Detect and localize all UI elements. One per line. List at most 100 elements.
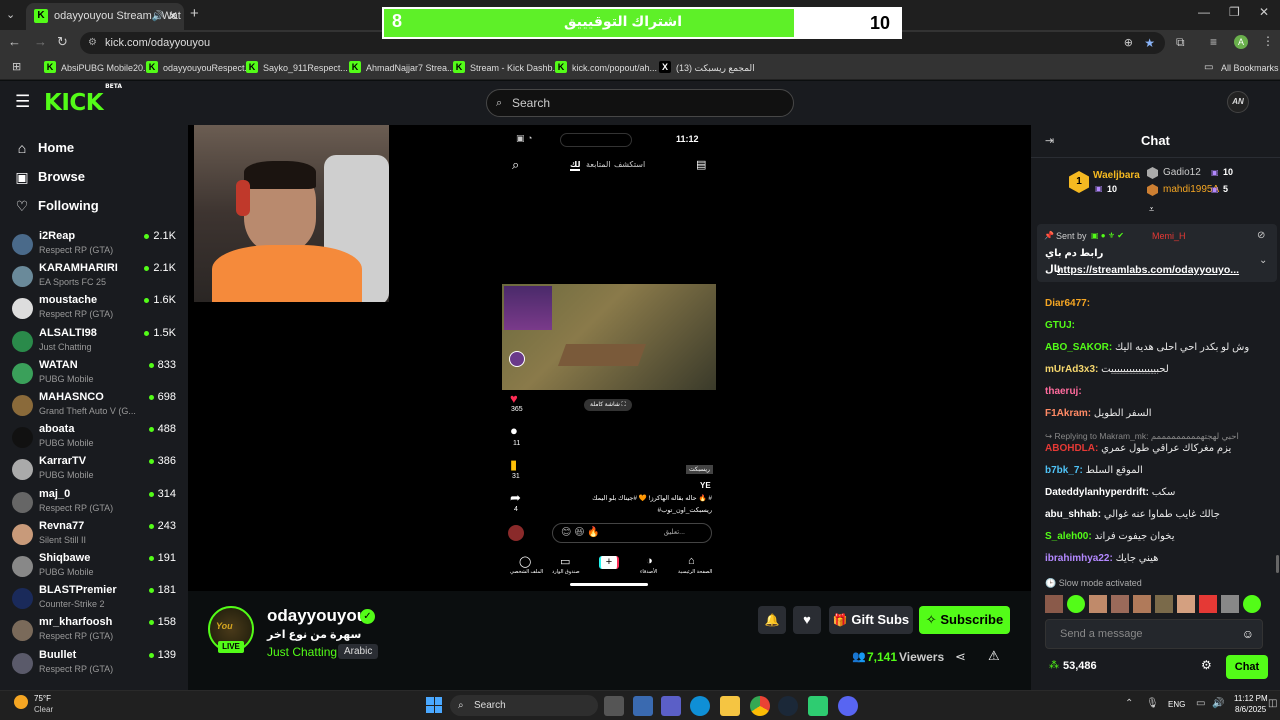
maximize-button[interactable]: ❐ — [1229, 5, 1240, 19]
expand-leaderboard-icon[interactable]: ⩡ — [1149, 204, 1154, 215]
phone-nav-friends-icon[interactable]: ◑ — [646, 555, 653, 567]
nav-home[interactable]: ⌂ Home — [14, 138, 74, 158]
pinned-link[interactable]: https://streamlabs.com/odayyouyo... — [1057, 264, 1239, 276]
emoji-picker-icon[interactable]: ☺ — [1242, 620, 1254, 648]
phone-live-icon[interactable]: ▤ — [696, 158, 706, 171]
minimize-button[interactable]: — — [1198, 5, 1210, 19]
chat-message[interactable]: ibrahimhya22: هيني جايك — [1045, 552, 1270, 566]
bookmark-item[interactable]: Kkick.com/popout/ah... — [555, 60, 657, 76]
notification-icon[interactable]: ◫ — [1268, 698, 1277, 709]
chat-message[interactable]: ABO_SAKOR: وش لو بكدر احي احلى هديه اليك — [1045, 341, 1270, 355]
bookmark-item[interactable]: K Sayko_911Respect... — [246, 60, 348, 76]
chat-username[interactable]: ABOHDLA: — [1045, 443, 1098, 454]
phone-comment-input[interactable]: تعليق... 😊 😆 🔥 — [552, 523, 712, 543]
sidebar-channel-item[interactable]: i2Reap Respect RP (GTA) 2.1K — [12, 229, 182, 259]
emote-icon[interactable] — [1089, 595, 1107, 613]
mic-icon[interactable]: 🎙 — [1146, 698, 1159, 709]
chat-message[interactable]: abu_shhab: جالك غايب طماوا عنه غوالي — [1045, 508, 1270, 522]
emote-icon[interactable] — [1133, 595, 1151, 613]
notification-bell-button[interactable]: 🔔 — [758, 606, 786, 634]
store-icon[interactable] — [633, 696, 653, 716]
chat-message[interactable]: S_aleh00: يخوان جيفوت فراند — [1045, 530, 1270, 544]
sidebar-channel-item[interactable]: moustache Respect RP (GTA) 1.6K — [12, 293, 182, 323]
chat-message[interactable]: Diar6477: — [1045, 297, 1270, 311]
back-icon[interactable]: ← — [8, 34, 21, 49]
gift-subs-button[interactable]: 🎁 Gift Subs — [829, 606, 913, 634]
reload-icon[interactable]: ↻ — [57, 34, 68, 50]
forward-icon[interactable]: → — [34, 34, 47, 49]
nav-browse[interactable]: ▣ Browse — [14, 167, 85, 187]
chat-message[interactable]: F1Akram: السفر الطويل — [1045, 407, 1270, 421]
discord-icon[interactable] — [838, 696, 858, 716]
tray-overflow-icon[interactable]: ⌃ — [1125, 698, 1133, 709]
taskbar-search[interactable]: ⌕ Search — [450, 695, 598, 716]
bookmark-item[interactable]: K Stream - Kick Dashb... — [453, 60, 560, 76]
phone-avatar[interactable] — [509, 351, 525, 367]
bookmark-item[interactable]: KodayyouyouRespect... — [146, 60, 252, 76]
chat-username[interactable]: F1Akram: — [1045, 408, 1091, 419]
app-icon[interactable] — [808, 696, 828, 716]
chat-message[interactable]: mUrAd3x3: لحبيييييييييييييييت — [1045, 363, 1270, 377]
unpin-icon[interactable]: ⊘ — [1257, 230, 1265, 241]
network-icon[interactable]: ▭ — [1196, 698, 1205, 709]
chat-username[interactable]: Dateddylanhyperdrift: — [1045, 487, 1149, 498]
expand-pinned-icon[interactable]: ⌄ — [1259, 255, 1267, 266]
phone-nav-profile-icon[interactable]: ◯ — [519, 555, 531, 568]
subscribe-button[interactable]: ✧ Subscribe — [919, 606, 1010, 634]
site-info-icon[interactable]: ⚙ — [88, 32, 97, 54]
phone-like-icon[interactable]: ♥ — [510, 391, 518, 406]
zoom-icon[interactable]: ⊕ — [1124, 32, 1133, 54]
sidebar-channel-item[interactable]: WATAN PUBG Mobile 833 — [12, 358, 182, 388]
chat-message[interactable]: thaeruj: — [1045, 385, 1270, 399]
start-icon[interactable] — [426, 697, 442, 713]
apps-icon[interactable]: ⊞ — [12, 60, 21, 73]
send-chat-button[interactable]: Chat — [1226, 655, 1268, 679]
chat-scrollbar[interactable] — [1276, 555, 1279, 573]
emote-icon[interactable] — [1177, 595, 1195, 613]
bookmark-item[interactable]: K AbsiPUBG Mobile20... — [44, 60, 151, 76]
chat-username[interactable]: ABO_SAKOR: — [1045, 342, 1112, 353]
edge-icon[interactable] — [690, 696, 710, 716]
sidebar-channel-item[interactable]: mr_kharfoosh Respect RP (GTA) 158 — [12, 615, 182, 645]
chat-username[interactable]: thaeruj: — [1045, 386, 1082, 397]
sidebar-channel-item[interactable]: Revna77 Silent Still II 243 — [12, 519, 182, 549]
emote-icon[interactable] — [1243, 595, 1261, 613]
emote-bar[interactable] — [1045, 595, 1270, 613]
all-bookmarks[interactable]: ▭ All Bookmarks — [1204, 60, 1279, 76]
file-explorer-icon[interactable] — [720, 696, 740, 716]
collapse-chat-icon[interactable]: ⇥ — [1045, 134, 1054, 147]
phone-tab-explore[interactable]: استكشف — [614, 160, 645, 169]
close-window-button[interactable]: ✕ — [1259, 5, 1269, 19]
tab-search-icon[interactable]: ⌄ — [6, 8, 15, 21]
chat-username[interactable]: abu_shhab: — [1045, 509, 1101, 520]
channel-points[interactable]: 53,486 — [1063, 660, 1097, 672]
media-icon[interactable]: ≡ — [1210, 35, 1217, 49]
emote-icon[interactable] — [1199, 595, 1217, 613]
chat-username[interactable]: ibrahimhya22: — [1045, 553, 1113, 564]
new-tab-button[interactable]: + — [190, 5, 199, 22]
chat-username[interactable]: b7bk_7: — [1045, 465, 1083, 476]
nav-following[interactable]: ♡ Following — [14, 196, 99, 216]
sidebar-channel-item[interactable]: Shiqbawe PUBG Mobile 191 — [12, 551, 182, 581]
phone-fullscreen-btn[interactable]: شاشة كاملة ⛶ — [584, 399, 632, 411]
phone-nav-inbox-icon[interactable]: ▭ — [560, 555, 570, 568]
bookmark-item[interactable]: K AhmadNajjar7 Strea... — [349, 60, 455, 76]
streamer-name[interactable]: odayyouyou — [267, 606, 367, 626]
phone-tab-foryou[interactable]: لك — [570, 160, 581, 171]
sidebar-channel-item[interactable]: Buullet Respect RP (GTA) 139 — [12, 648, 182, 678]
chat-username[interactable]: GTUJ: — [1045, 320, 1075, 331]
chat-settings-icon[interactable]: ⚙ — [1201, 658, 1212, 672]
chat-username[interactable]: mUrAd3x3: — [1045, 364, 1098, 375]
language-indicator[interactable]: ENG — [1168, 700, 1185, 709]
profile-icon[interactable]: A — [1234, 35, 1248, 49]
share-icon[interactable]: ⋖ — [955, 649, 966, 665]
chat-message[interactable]: ABOHDLA: يزم مغركاك عراقي طول عمري — [1045, 442, 1270, 456]
clock-time[interactable]: 11:12 PM — [1234, 694, 1268, 703]
sidebar-channel-item[interactable]: ALSALTI98 Just Chatting 1.5K — [12, 326, 182, 356]
sidebar-channel-item[interactable]: BLASTPremier Counter-Strike 2 181 — [12, 583, 182, 613]
browser-tab[interactable]: K odayyouyou Stream - Wat 🔊 ✕ — [26, 3, 184, 30]
phone-share-icon[interactable]: ➦ — [510, 490, 521, 506]
phone-nav-create-icon[interactable]: + — [599, 556, 619, 569]
sidebar-channel-item[interactable]: aboata PUBG Mobile 488 — [12, 422, 182, 452]
chat-username[interactable]: S_aleh00: — [1045, 531, 1092, 542]
